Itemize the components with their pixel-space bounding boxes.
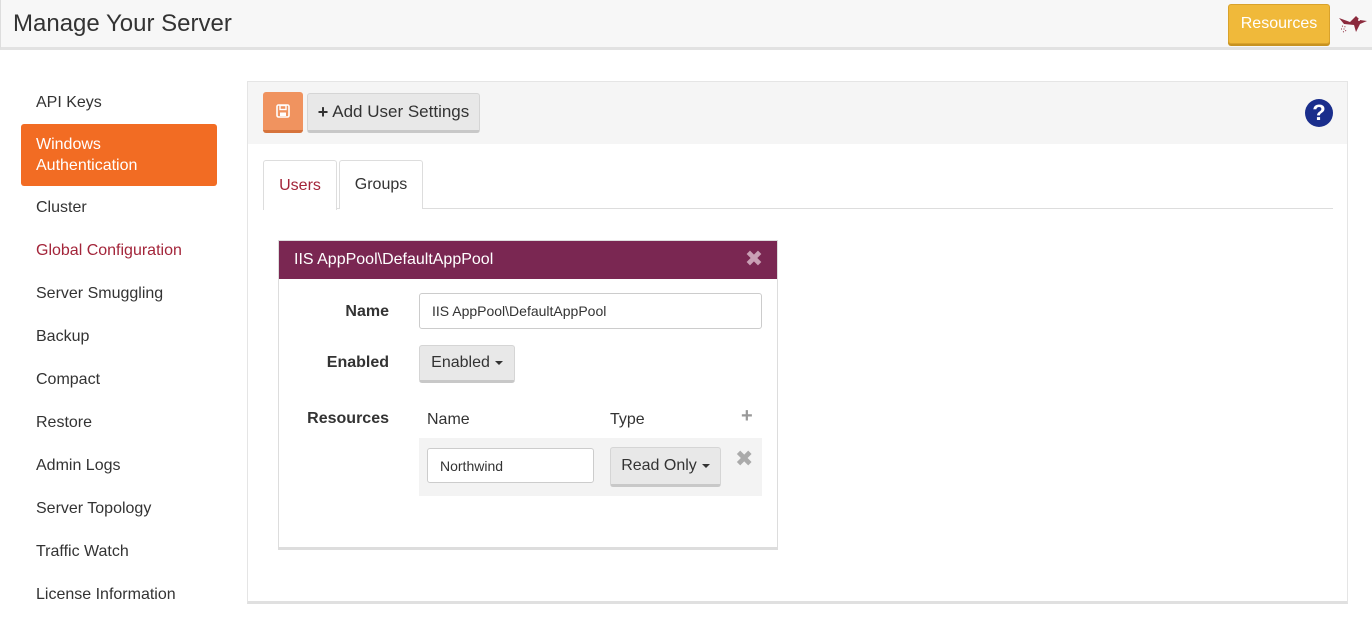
- enabled-dropdown-value: Enabled: [431, 354, 490, 371]
- add-resource-plus-icon[interactable]: +: [741, 405, 753, 428]
- sidebar-item-cluster[interactable]: Cluster: [21, 186, 217, 229]
- resources-button[interactable]: Resources: [1228, 4, 1330, 44]
- tab-groups[interactable]: Groups: [339, 160, 423, 209]
- caret-down-icon: [494, 361, 503, 365]
- sidebar-item-license-information[interactable]: License Information: [21, 573, 217, 616]
- sidebar-item-backup[interactable]: Backup: [21, 315, 217, 358]
- page-title: Manage Your Server: [13, 10, 232, 37]
- resources-column-name: Name: [427, 411, 470, 428]
- question-circle-icon[interactable]: ?: [1305, 99, 1333, 127]
- sidebar-item-compact[interactable]: Compact: [21, 358, 217, 401]
- sidebar-item-server-topology[interactable]: Server Topology: [21, 487, 217, 530]
- resource-name-input[interactable]: [427, 448, 594, 483]
- card-header: IIS AppPool\DefaultAppPool: [279, 241, 777, 279]
- sidebar-item-server-smuggling[interactable]: Server Smuggling: [21, 272, 217, 315]
- resource-type-value: Read Only: [621, 457, 697, 474]
- enabled-label: Enabled: [326, 354, 389, 371]
- floppy-disk-icon: [276, 104, 290, 118]
- sidebar-item-admin-logs[interactable]: Admin Logs: [21, 444, 217, 487]
- close-icon[interactable]: ✖: [744, 248, 764, 270]
- name-label: Name: [345, 303, 389, 320]
- card-title: IIS AppPool\DefaultAppPool: [294, 251, 494, 268]
- resource-type-dropdown[interactable]: Read Only: [610, 447, 721, 487]
- sidebar-item-label-line1: Windows: [36, 136, 101, 153]
- user-settings-card: IIS AppPool\DefaultAppPool ✖ Name Enable…: [278, 240, 778, 550]
- caret-down-icon: [701, 464, 710, 468]
- enabled-dropdown[interactable]: Enabled: [419, 345, 515, 383]
- tab-users[interactable]: Users: [263, 160, 337, 210]
- sidebar-item-label-line2: Authentication: [36, 157, 138, 174]
- sidebar-item-restore[interactable]: Restore: [21, 401, 217, 444]
- resources-column-type: Type: [610, 411, 645, 428]
- add-user-settings-label: Add User Settings: [332, 102, 470, 121]
- resources-label: Resources: [307, 410, 389, 427]
- add-user-settings-button[interactable]: + Add User Settings: [307, 93, 480, 133]
- main-panel: + Add User Settings ? Users Groups IIS A…: [247, 81, 1348, 604]
- sidebar-item-api-keys[interactable]: API Keys: [21, 81, 217, 124]
- sidebar-nav: API Keys Windows Authentication Cluster …: [21, 81, 217, 616]
- sidebar-item-global-configuration[interactable]: Global Configuration: [21, 229, 217, 272]
- remove-resource-icon[interactable]: ✖: [735, 446, 753, 472]
- name-input[interactable]: [419, 293, 762, 329]
- top-header: Manage Your Server Resources: [0, 0, 1372, 50]
- tab-bar: Users Groups: [263, 160, 1333, 210]
- save-button[interactable]: [263, 92, 303, 133]
- plus-icon: +: [317, 101, 329, 122]
- sidebar-item-traffic-watch[interactable]: Traffic Watch: [21, 530, 217, 573]
- sidebar-item-windows-authentication[interactable]: Windows Authentication: [21, 124, 217, 186]
- raven-logo-icon[interactable]: [1336, 8, 1370, 42]
- resource-row: Read Only ✖: [419, 438, 762, 496]
- toolbar: + Add User Settings ?: [248, 82, 1347, 144]
